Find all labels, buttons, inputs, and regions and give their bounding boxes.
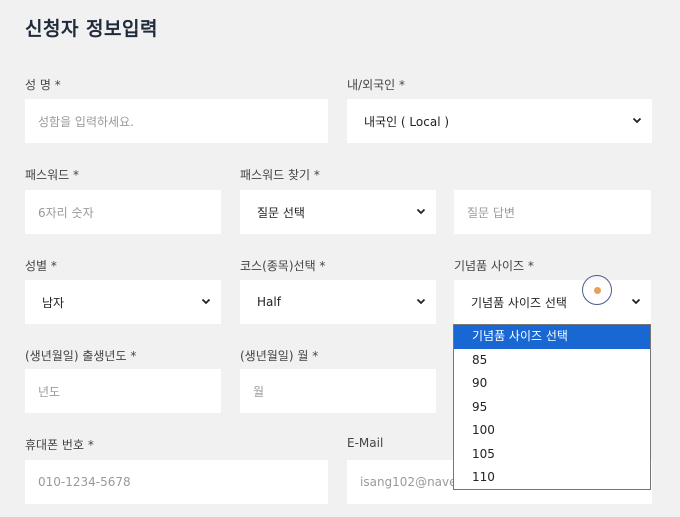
question-select[interactable]: 질문 선택 [240,190,436,234]
question-value: 질문 선택 [257,205,305,220]
chevron-down-icon [415,205,427,217]
gender-value: 남자 [42,295,65,310]
password-placeholder: 6자리 숫자 [38,205,94,220]
email-label: E-Mail [347,436,384,450]
name-label: 성 명 * [25,78,61,92]
chevron-down-icon [630,295,642,307]
name-input[interactable]: 성함을 입력하세요. [25,99,328,143]
gender-label: 성별 * [25,259,57,273]
chevron-down-icon [415,295,427,307]
birth-month-label: (생년월일) 월 * [240,349,319,363]
pointer-indicator-icon [582,275,612,305]
email-placeholder: isang102@naver [360,475,462,489]
souvenir-value: 기념품 사이즈 선택 [471,295,567,310]
chevron-down-icon [631,114,643,126]
souvenir-dropdown-list[interactable]: 기념품 사이즈 선택 85 90 95 100 105 110 [453,324,651,490]
souvenir-option[interactable]: 기념품 사이즈 선택 [454,325,650,349]
password-find-label: 패스워드 찾기 * [240,168,320,182]
birth-year-input[interactable]: 년도 [25,369,221,413]
birth-year-placeholder: 년도 [38,384,61,399]
souvenir-option[interactable]: 100 [454,419,650,443]
birth-month-placeholder: 월 [253,384,265,399]
course-value: Half [257,295,281,309]
password-input[interactable]: 6자리 숫자 [25,190,221,234]
course-select[interactable]: Half [240,280,436,324]
souvenir-select[interactable]: 기념품 사이즈 선택 [454,280,651,324]
password-label: 패스워드 * [25,168,79,182]
souvenir-option[interactable]: 85 [454,349,650,373]
birth-year-label: (생년월일) 출생년도 * [25,349,137,363]
phone-input[interactable]: 010-1234-5678 [25,460,328,504]
souvenir-label: 기념품 사이즈 * [454,259,534,273]
nationality-select[interactable]: 내국인 ( Local ) [347,99,652,143]
souvenir-option[interactable]: 95 [454,396,650,420]
souvenir-option[interactable]: 105 [454,443,650,467]
souvenir-option[interactable]: 90 [454,372,650,396]
phone-label: 휴대폰 번호 * [25,438,94,452]
nationality-label: 내/외국인 * [347,78,406,92]
phone-placeholder: 010-1234-5678 [38,475,131,489]
souvenir-option[interactable]: 110 [454,466,650,490]
name-placeholder: 성함을 입력하세요. [38,114,134,129]
course-label: 코스(종목)선택 * [240,259,326,273]
nationality-value: 내국인 ( Local ) [364,114,450,129]
form-title: 신청자 정보입력 [25,18,158,40]
chevron-down-icon [200,295,212,307]
birth-month-input[interactable]: 월 [240,369,436,413]
answer-placeholder: 질문 답변 [467,205,515,220]
answer-input[interactable]: 질문 답변 [454,190,651,234]
gender-select[interactable]: 남자 [25,280,221,324]
